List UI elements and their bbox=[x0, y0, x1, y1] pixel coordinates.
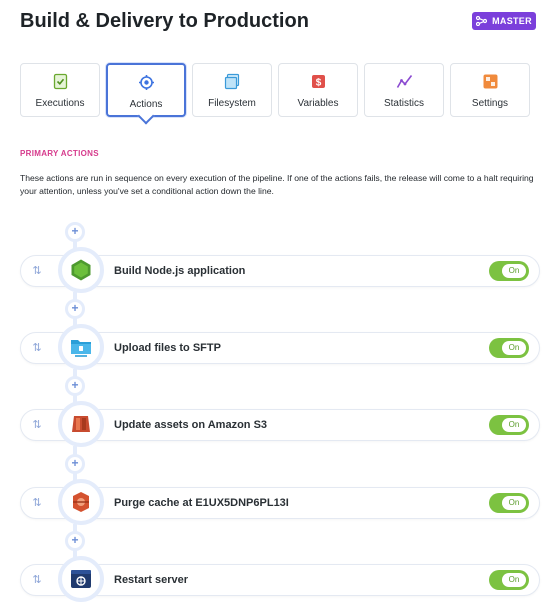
executions-icon bbox=[53, 73, 67, 90]
tab-variables[interactable]: $ Variables bbox=[278, 63, 358, 117]
branch-badge[interactable]: MASTER bbox=[472, 12, 536, 30]
svg-text:$: $ bbox=[315, 78, 321, 89]
enable-toggle[interactable]: On bbox=[489, 570, 529, 590]
branch-icon bbox=[476, 16, 488, 26]
nodejs-icon bbox=[71, 259, 91, 281]
add-action-button[interactable]: + bbox=[65, 531, 85, 551]
drag-handle-icon[interactable]: ⇅ bbox=[31, 264, 43, 278]
tab-label: Settings bbox=[471, 98, 509, 109]
add-action-button[interactable]: + bbox=[65, 222, 85, 242]
tab-bar: Executions Actions Filesystem $ Variable… bbox=[20, 63, 530, 117]
action-icon-wrapper bbox=[58, 247, 104, 293]
action-row[interactable]: ⇅ Purge cache at E1UX5DNP6PL13I On bbox=[20, 479, 540, 525]
toggle-label: On bbox=[502, 418, 526, 432]
tab-executions[interactable]: Executions bbox=[20, 63, 100, 117]
toggle-label: On bbox=[502, 573, 526, 587]
add-action-button[interactable]: + bbox=[65, 299, 85, 319]
tab-label: Statistics bbox=[383, 98, 424, 109]
action-icon-wrapper bbox=[58, 324, 104, 370]
tab-label: Filesystem bbox=[208, 98, 256, 109]
action-row[interactable]: ⇅ Update assets on Amazon S3 On bbox=[20, 401, 540, 447]
enable-toggle[interactable]: On bbox=[489, 338, 529, 358]
filesystem-icon bbox=[224, 73, 239, 90]
toggle-label: On bbox=[502, 341, 526, 355]
action-icon-wrapper bbox=[58, 479, 104, 525]
drag-handle-icon[interactable]: ⇅ bbox=[31, 418, 43, 432]
action-name: Restart server bbox=[114, 574, 188, 586]
cloudfront-icon bbox=[73, 492, 89, 512]
action-icon-wrapper bbox=[58, 556, 104, 602]
settings-icon bbox=[483, 74, 497, 89]
tab-filesystem[interactable]: Filesystem bbox=[192, 63, 272, 117]
enable-toggle[interactable]: On bbox=[489, 415, 529, 435]
action-name: Upload files to SFTP bbox=[114, 342, 221, 354]
action-name: Update assets on Amazon S3 bbox=[114, 419, 268, 431]
toggle-label: On bbox=[502, 496, 526, 510]
action-name: Build Node.js application bbox=[114, 265, 246, 277]
enable-toggle[interactable]: On bbox=[489, 261, 529, 281]
page-title: Build & Delivery to Production bbox=[20, 10, 309, 32]
add-action-button[interactable]: + bbox=[65, 376, 85, 396]
action-row[interactable]: ⇅ Build Node.js application On bbox=[20, 247, 540, 293]
tab-label: Variables bbox=[297, 98, 339, 109]
toggle-label: On bbox=[502, 264, 526, 278]
drag-handle-icon[interactable]: ⇅ bbox=[31, 573, 43, 587]
sftp-icon bbox=[71, 340, 91, 357]
branch-label: MASTER bbox=[492, 16, 532, 26]
action-icon-wrapper bbox=[58, 401, 104, 447]
action-row[interactable]: ⇅ Upload files to SFTP On bbox=[20, 324, 540, 370]
drag-handle-icon[interactable]: ⇅ bbox=[31, 341, 43, 355]
actions-icon bbox=[138, 75, 154, 90]
drag-handle-icon[interactable]: ⇅ bbox=[31, 496, 43, 510]
add-action-button[interactable]: + bbox=[65, 454, 85, 474]
tab-statistics[interactable]: Statistics bbox=[364, 63, 444, 117]
section-heading: PRIMARY ACTIONS bbox=[20, 149, 99, 158]
tab-label: Executions bbox=[35, 98, 85, 109]
server-icon bbox=[71, 570, 91, 588]
tab-label: Actions bbox=[129, 99, 163, 110]
enable-toggle[interactable]: On bbox=[489, 493, 529, 513]
tab-actions[interactable]: Actions bbox=[106, 63, 186, 117]
tab-settings[interactable]: Settings bbox=[450, 63, 530, 117]
action-name: Purge cache at E1UX5DNP6PL13I bbox=[114, 497, 289, 509]
variables-icon: $ bbox=[311, 75, 325, 89]
section-description: These actions are run in sequence on eve… bbox=[20, 173, 534, 196]
statistics-icon bbox=[396, 75, 412, 88]
action-row[interactable]: ⇅ Restart server On bbox=[20, 556, 540, 602]
amazon-s3-icon bbox=[72, 416, 90, 432]
